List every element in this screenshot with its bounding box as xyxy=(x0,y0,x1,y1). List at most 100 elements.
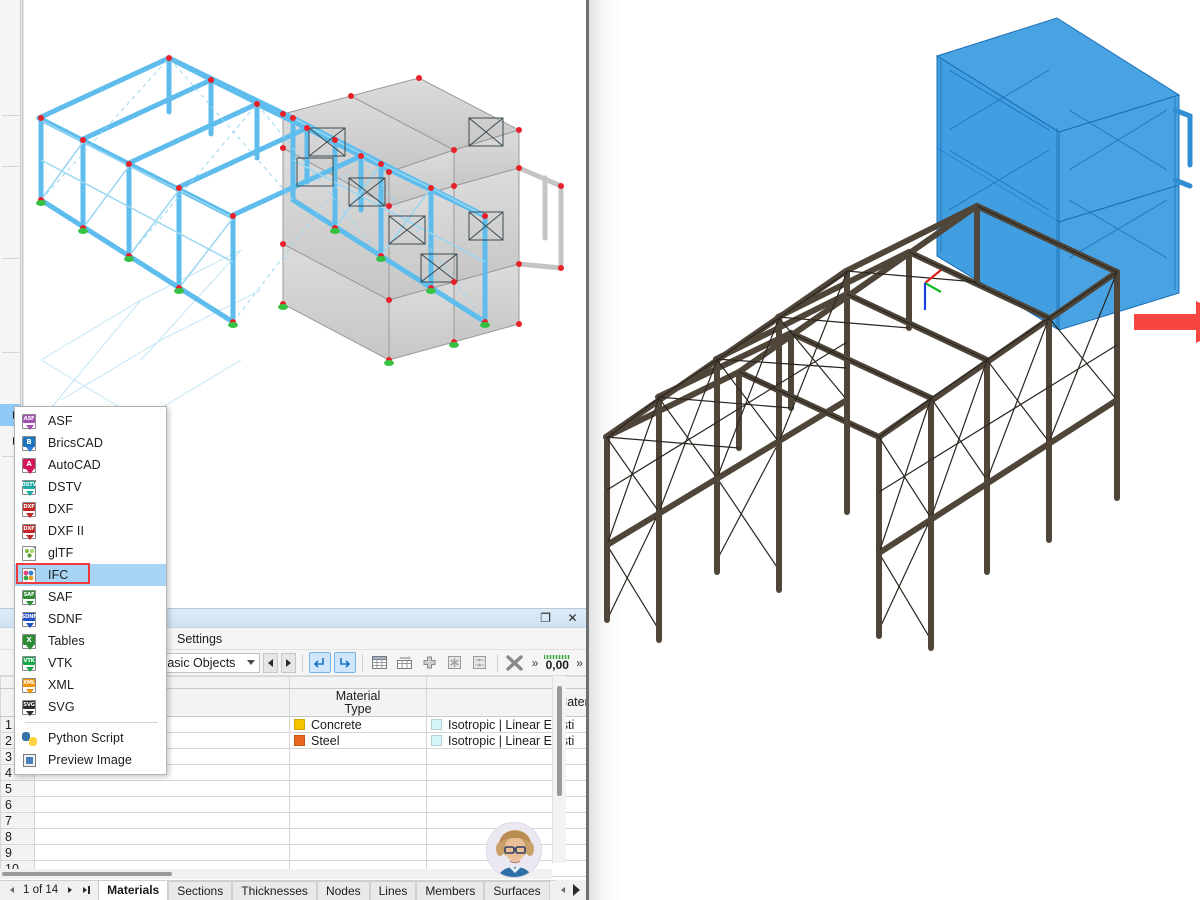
cell-material-type[interactable]: Steel xyxy=(289,732,427,749)
menu-item-xml[interactable]: XML XML xyxy=(15,674,166,696)
ifc-exported-model-graphic xyxy=(603,17,1193,651)
menu-item-tables[interactable]: X Tables xyxy=(15,630,166,652)
menu-item-svg[interactable]: SVG SVG xyxy=(15,696,166,718)
triangle-left-icon xyxy=(267,658,273,667)
pager-text: 1 of 14 xyxy=(23,884,59,896)
cell-material-type[interactable]: Concrete xyxy=(289,716,427,733)
triangle-right-icon xyxy=(83,887,88,893)
cell-material-name[interactable] xyxy=(34,812,290,829)
assistant-avatar[interactable] xyxy=(486,822,542,878)
table-row[interactable]: 6 xyxy=(0,796,586,813)
menu-item-vtk[interactable]: VTK VTK xyxy=(15,652,166,674)
record-pager: 1 of 14 xyxy=(0,880,98,900)
toolbar-overflow-2[interactable]: » xyxy=(573,656,586,670)
toolbar-divider xyxy=(496,653,498,672)
menu-item-label: DSTV xyxy=(48,480,82,494)
cell-material-type[interactable] xyxy=(289,812,427,829)
table-horizontal-scrollbar[interactable] xyxy=(0,869,552,879)
tab-lines[interactable]: Lines xyxy=(369,881,417,900)
tab-surfaces[interactable]: Surfaces xyxy=(484,881,550,900)
dxf2-file-icon: DXF xyxy=(21,523,38,540)
cell-material-name[interactable] xyxy=(34,796,290,813)
object-filter-combo[interactable]: Basic Objects xyxy=(152,652,260,673)
col-header-type[interactable]: Material Type xyxy=(289,688,427,717)
menu-item-label: VTK xyxy=(48,656,73,670)
menu-item-ifc[interactable]: IFC xyxy=(15,564,166,586)
cell-material-name[interactable] xyxy=(34,780,290,797)
menu-settings[interactable]: Settings xyxy=(170,630,229,648)
close-button[interactable]: ✕ xyxy=(565,611,580,626)
origin-axis-triad xyxy=(923,269,942,310)
menu-item-preview-image[interactable]: Preview Image xyxy=(15,749,166,771)
tab-scroll-right-icon[interactable] xyxy=(573,884,580,896)
insert-row-button[interactable] xyxy=(394,652,416,673)
menu-item-label: AutoCAD xyxy=(48,458,101,472)
menu-item-autocad[interactable]: A AutoCAD xyxy=(15,454,166,476)
pager-prev-button[interactable] xyxy=(6,884,17,896)
table-vertical-scrollbar[interactable] xyxy=(552,676,566,863)
pager-next-button[interactable] xyxy=(64,884,75,896)
pager-last-button[interactable] xyxy=(81,884,92,896)
cell-material-type[interactable] xyxy=(289,796,427,813)
menu-item-dstv[interactable]: DSTV DSTV xyxy=(15,476,166,498)
menu-item-label: XML xyxy=(48,678,75,692)
tab-members[interactable]: Members xyxy=(416,881,485,900)
undo-button[interactable] xyxy=(308,652,331,673)
next-record-button[interactable] xyxy=(280,652,296,673)
tab-nodes[interactable]: Nodes xyxy=(316,881,370,900)
tab-sections[interactable]: Sections xyxy=(168,881,233,900)
avatar-photo xyxy=(487,823,541,877)
x-cross-icon xyxy=(506,654,523,671)
scrollbar-thumb[interactable] xyxy=(557,686,562,796)
saf-file-icon: SAF xyxy=(21,589,38,606)
menu-item-label: SVG xyxy=(48,700,75,714)
menu-item-label: SDNF xyxy=(48,612,83,626)
menu-item-python-script[interactable]: Python Script xyxy=(15,727,166,749)
insert-row-icon xyxy=(397,656,413,669)
scrollbar-thumb[interactable] xyxy=(2,872,172,876)
menu-item-dxf-ii[interactable]: DXF DXF II xyxy=(15,520,166,542)
tab-materials[interactable]: Materials xyxy=(98,880,169,900)
table-icon xyxy=(372,656,388,669)
add-button[interactable] xyxy=(419,652,441,673)
row-number: 7 xyxy=(0,812,35,829)
tab-thicknesses[interactable]: Thicknesses xyxy=(232,881,317,900)
cell-material-type[interactable] xyxy=(289,828,427,845)
object-filter-value: Basic Objects xyxy=(159,655,236,670)
dxf-file-icon: DXF xyxy=(21,501,38,518)
menu-item-gltf[interactable]: glTF xyxy=(15,542,166,564)
menu-item-label: DXF II xyxy=(48,524,85,538)
cell-material-type[interactable] xyxy=(289,780,427,797)
menu-item-label: BricsCAD xyxy=(48,436,103,450)
cell-material-type[interactable] xyxy=(289,844,427,861)
end-bar-icon xyxy=(88,886,91,894)
menu-item-bricscad[interactable]: B BricsCAD xyxy=(15,432,166,454)
table-row[interactable]: 5 xyxy=(0,780,586,797)
col-header-type-line2: Type xyxy=(344,701,372,716)
properties-button[interactable] xyxy=(469,652,491,673)
menu-item-sdnf[interactable]: SDNF SDNF xyxy=(15,608,166,630)
restore-button[interactable]: ❐ xyxy=(538,611,553,626)
menu-item-saf[interactable]: SAF SAF xyxy=(15,586,166,608)
menu-item-dxf[interactable]: DXF DXF xyxy=(15,498,166,520)
chevron-down-icon xyxy=(247,660,255,665)
clear-button[interactable] xyxy=(504,652,526,673)
cell-material-type-label: Concrete xyxy=(311,717,362,732)
cell-material-name[interactable] xyxy=(34,844,290,861)
menu-item-asf[interactable]: ASF ASF xyxy=(15,410,166,432)
tab-scroll-left-icon[interactable] xyxy=(561,887,565,893)
redo-button[interactable] xyxy=(333,652,356,673)
cell-material-type[interactable] xyxy=(289,764,427,781)
prev-record-button[interactable] xyxy=(263,652,278,673)
application-left-pane: ❐ ✕ Settings Basic Objects » 0,00 » Mate… xyxy=(0,0,586,900)
toolbar-overflow-1[interactable]: » xyxy=(529,656,542,670)
export-format-context-menu[interactable]: ASF ASF B BricsCAD A AutoCAD DSTV DSTV D… xyxy=(14,406,167,775)
row-number: 9 xyxy=(0,844,35,861)
ifc-glyph xyxy=(23,570,34,580)
delete-button[interactable] xyxy=(444,652,466,673)
sdnf-file-icon: SDNF xyxy=(21,611,38,628)
show-table-button[interactable] xyxy=(369,652,391,673)
cell-material-type[interactable] xyxy=(289,748,427,765)
precision-indicator[interactable]: 0,00 xyxy=(544,654,571,671)
cell-material-name[interactable] xyxy=(34,828,290,845)
